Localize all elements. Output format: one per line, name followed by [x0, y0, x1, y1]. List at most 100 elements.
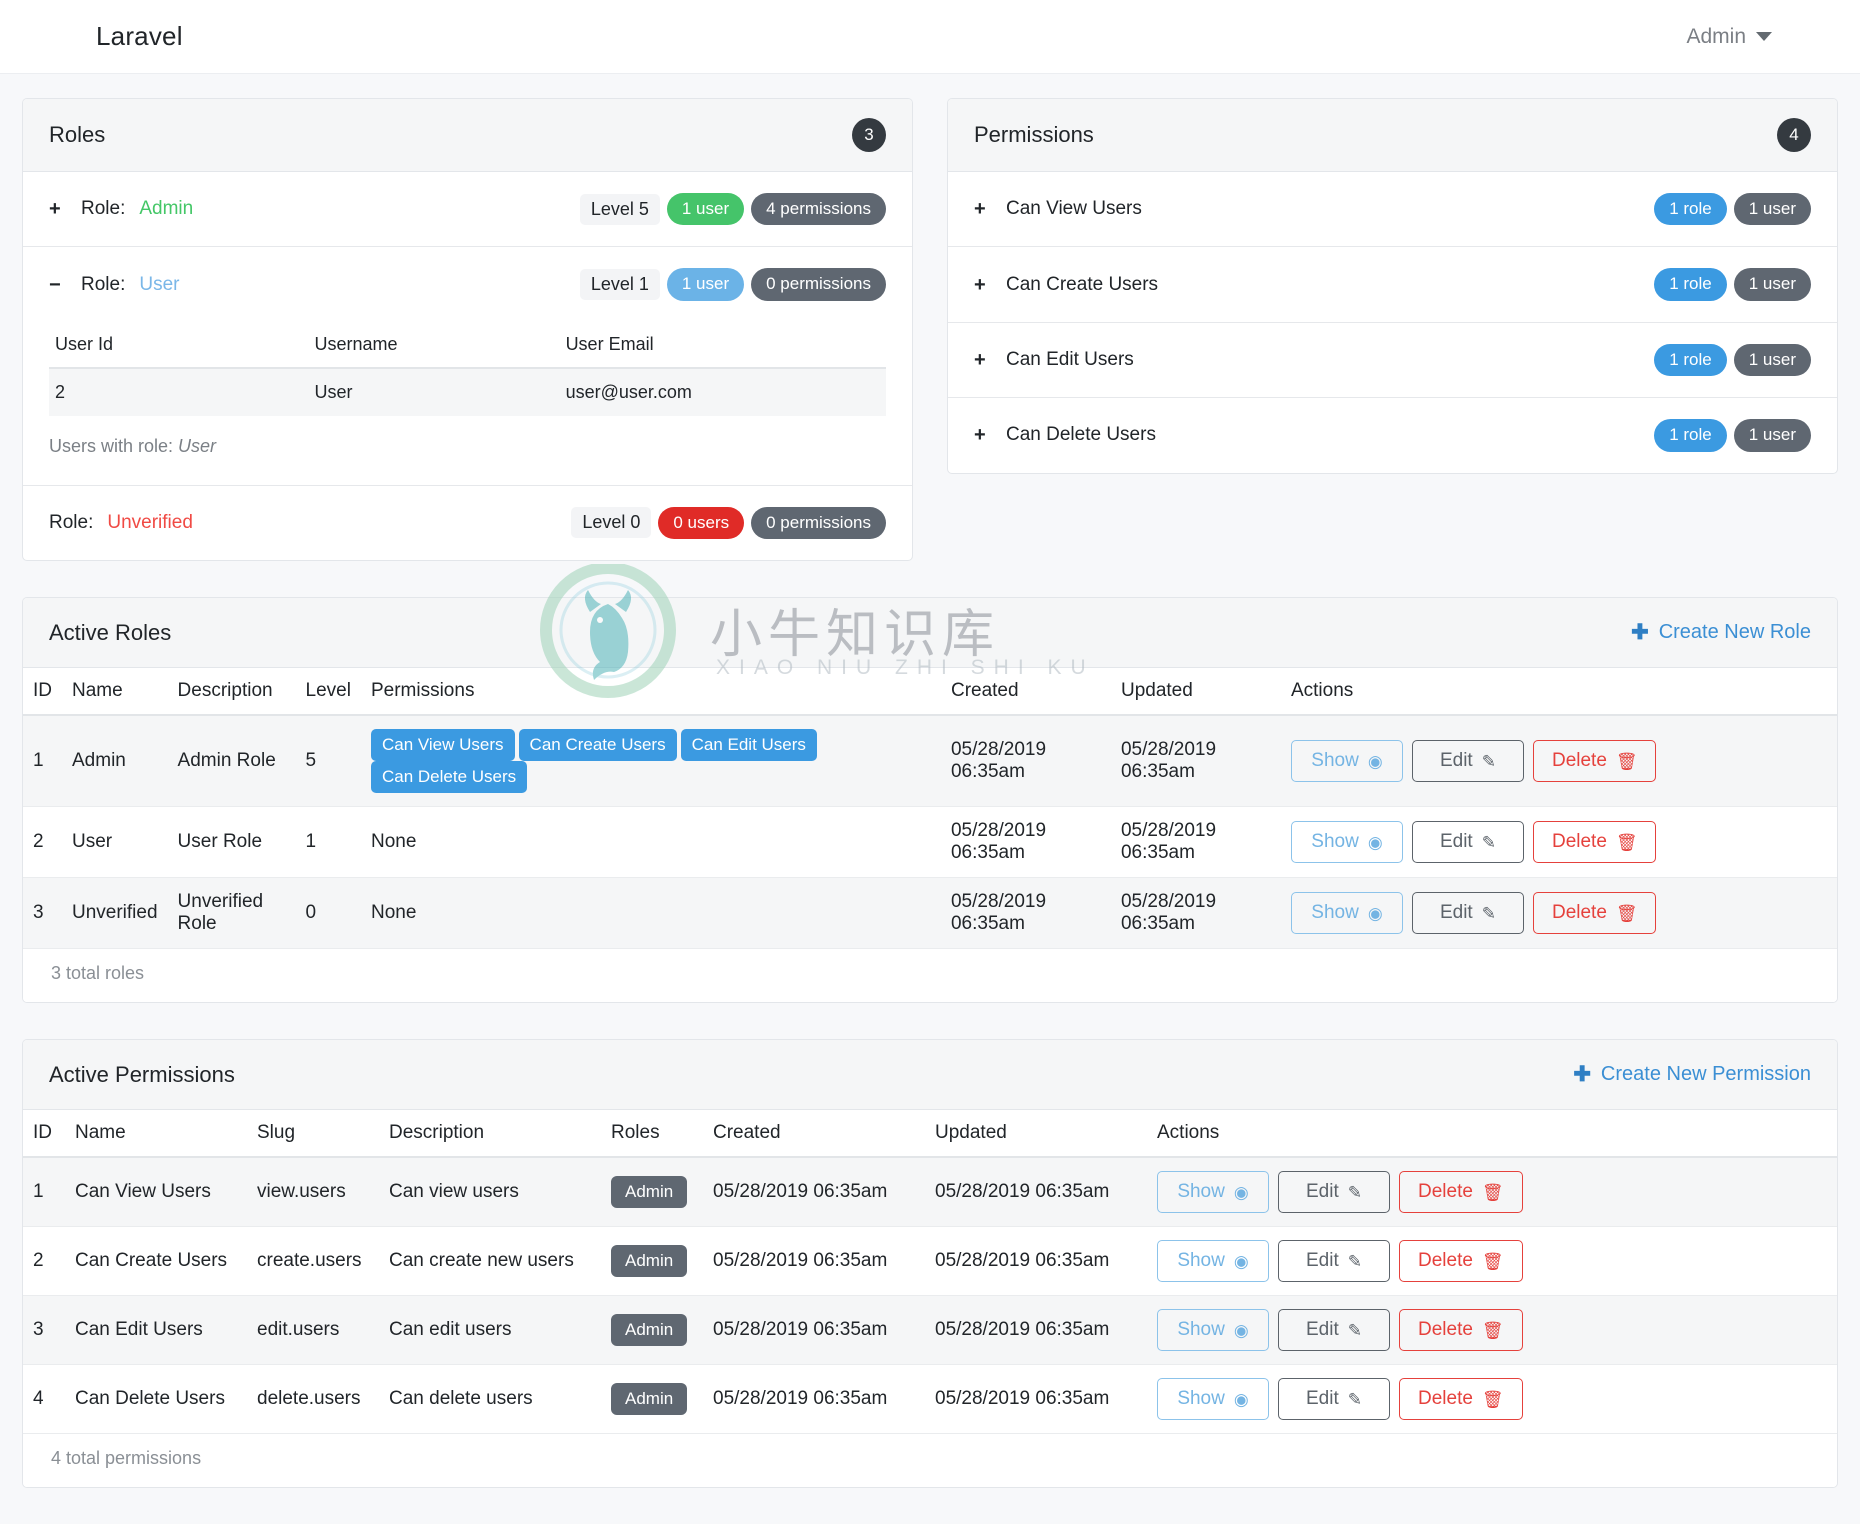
eye-icon: ◉ [1233, 1251, 1249, 1271]
cell-name: Unverified [62, 877, 168, 950]
roles-count-badge: 3 [852, 118, 886, 152]
role-accordion-header-admin[interactable]: + Role: Admin Level 5 1 user 4 permissio… [23, 172, 912, 246]
plus-icon[interactable]: + [974, 199, 992, 219]
edit-label: Edit [1439, 831, 1473, 853]
edit-label: Edit [1306, 1181, 1339, 1203]
role-name: User [139, 273, 180, 295]
column-header-actions: Actions [1280, 668, 1837, 717]
role-accordion-header-user[interactable]: − Role: User Level 1 1 user 0 permission… [23, 247, 912, 321]
edit-button[interactable]: Edit ✎ [1278, 1171, 1390, 1214]
show-label: Show [1311, 831, 1359, 853]
permission-chip[interactable]: Can Create Users [518, 729, 677, 762]
pencil-icon: ✎ [1481, 751, 1496, 771]
cell-slug: view.users [247, 1157, 379, 1228]
eye-icon: ◉ [1367, 903, 1383, 923]
column-header-description: Description [167, 668, 296, 717]
delete-button[interactable]: Delete 🗑 [1532, 740, 1657, 783]
trash-icon: 🗑 [1615, 751, 1638, 771]
plus-icon: ✚ [1573, 1063, 1591, 1087]
cell-description: Can delete users [379, 1364, 601, 1435]
plus-icon[interactable]: + [974, 275, 992, 295]
column-header-slug: Slug [247, 1110, 379, 1159]
cell-updated: 05/28/2019 06:35am [925, 1295, 1147, 1366]
edit-button[interactable]: Edit ✎ [1411, 821, 1524, 864]
minus-icon[interactable]: − [49, 275, 67, 295]
role-accordion-body-user: User Id Username User Email 2 User user@… [23, 321, 912, 485]
table-header-row: User Id Username User Email [49, 321, 886, 369]
show-button[interactable]: Show ◉ [1157, 1171, 1269, 1214]
cell-actions: Show ◉ Edit ✎ Delete 🗑 [1147, 1226, 1837, 1297]
create-new-permission-button[interactable]: ✚ Create New Permission [1573, 1062, 1811, 1087]
role-accordion-header-unverified[interactable]: Role: Unverified Level 0 0 users 0 permi… [23, 486, 912, 560]
edit-button[interactable]: Edit ✎ [1278, 1378, 1390, 1421]
cell-created: 05/28/2019 06:35am [703, 1226, 925, 1297]
role-users-table: User Id Username User Email 2 User user@… [49, 321, 886, 416]
edit-button[interactable]: Edit ✎ [1278, 1240, 1390, 1283]
edit-button[interactable]: Edit ✎ [1411, 892, 1524, 935]
role-chip[interactable]: Admin [611, 1245, 688, 1278]
pencil-icon: ✎ [1347, 1320, 1362, 1340]
edit-button[interactable]: Edit ✎ [1278, 1309, 1390, 1352]
role-chip[interactable]: Admin [611, 1383, 688, 1416]
permission-users-badge: 1 user [1733, 193, 1811, 226]
cell-slug: delete.users [247, 1364, 379, 1435]
active-roles-footer: 3 total roles [23, 949, 1837, 1003]
role-chip[interactable]: Admin [611, 1314, 688, 1347]
cell-level: 5 [295, 715, 361, 808]
permission-accordion-header-delete[interactable]: + Can Delete Users 1 role 1 user [948, 398, 1837, 472]
user-menu[interactable]: Admin [1686, 25, 1772, 49]
create-new-role-button[interactable]: ✚ Create New Role [1631, 620, 1811, 645]
role-badges-unverified: Level 0 0 users 0 permissions [571, 506, 886, 540]
delete-button[interactable]: Delete 🗑 [1532, 892, 1657, 935]
brand-logo[interactable]: Laravel [96, 21, 183, 52]
role-label-admin: + Role: Admin [49, 198, 193, 220]
permission-name: Can Delete Users [1006, 424, 1156, 446]
role-chip[interactable]: Admin [611, 1176, 688, 1209]
top-navbar: Laravel Admin [0, 0, 1860, 74]
pencil-icon: ✎ [1347, 1251, 1362, 1271]
permission-accordion-header-view[interactable]: + Can View Users 1 role 1 user [948, 172, 1837, 246]
permission-chip[interactable]: Can Edit Users [680, 729, 817, 762]
delete-button[interactable]: Delete 🗑 [1399, 1240, 1523, 1283]
show-button[interactable]: Show ◉ [1157, 1240, 1269, 1283]
plus-icon[interactable]: + [974, 350, 992, 370]
active-roles-table: ID Name Description Level Permissions Cr… [23, 668, 1837, 950]
permission-accordion-item-edit: + Can Edit Users 1 role 1 user [948, 323, 1837, 399]
cell-actions: Show ◉ Edit ✎ Delete 🗑 [1147, 1295, 1837, 1366]
cell-id: 3 [23, 877, 62, 950]
permission-chip[interactable]: Can View Users [370, 729, 515, 762]
plus-icon[interactable]: + [974, 425, 992, 445]
delete-button[interactable]: Delete 🗑 [1399, 1309, 1523, 1352]
table-row: 3 Can Edit Users edit.users Can edit use… [23, 1295, 1837, 1366]
active-roles-title: Active Roles [49, 619, 172, 645]
cell-slug: edit.users [247, 1295, 379, 1366]
permissions-count-badge: 4 [1777, 118, 1811, 152]
cell-roles: Admin [601, 1157, 703, 1228]
plus-icon[interactable]: + [49, 199, 67, 219]
delete-button[interactable]: Delete 🗑 [1399, 1378, 1523, 1421]
trash-icon: 🗑 [1615, 832, 1638, 852]
show-button[interactable]: Show ◉ [1290, 821, 1403, 864]
cell-name: Can View Users [65, 1157, 247, 1228]
active-permissions-header: Active Permissions ✚ Create New Permissi… [23, 1040, 1837, 1111]
caption-value: User [178, 435, 217, 456]
permission-accordion-header-create[interactable]: + Can Create Users 1 role 1 user [948, 247, 1837, 321]
permission-chip[interactable]: Can Delete Users [370, 761, 528, 794]
roles-card-header: Roles 3 [23, 99, 912, 172]
delete-button[interactable]: Delete 🗑 [1399, 1171, 1523, 1214]
create-new-permission-label: Create New Permission [1600, 1063, 1811, 1086]
permission-roles-badge: 1 role [1654, 268, 1727, 301]
trash-icon: 🗑 [1481, 1389, 1504, 1409]
show-button[interactable]: Show ◉ [1290, 740, 1403, 783]
edit-button[interactable]: Edit ✎ [1411, 740, 1524, 783]
delete-button[interactable]: Delete 🗑 [1532, 821, 1657, 864]
show-button[interactable]: Show ◉ [1157, 1378, 1269, 1421]
permission-badges-edit: 1 role 1 user [1654, 343, 1811, 377]
show-button[interactable]: Show ◉ [1290, 892, 1403, 935]
permission-name: Can Create Users [1006, 273, 1159, 295]
show-button[interactable]: Show ◉ [1157, 1309, 1269, 1352]
permission-accordion-header-edit[interactable]: + Can Edit Users 1 role 1 user [948, 323, 1837, 397]
permission-roles-badge: 1 role [1654, 419, 1727, 452]
permissions-column: Permissions 4 + Can View Users 1 role 1 … [947, 98, 1838, 510]
edit-label: Edit [1439, 902, 1473, 924]
